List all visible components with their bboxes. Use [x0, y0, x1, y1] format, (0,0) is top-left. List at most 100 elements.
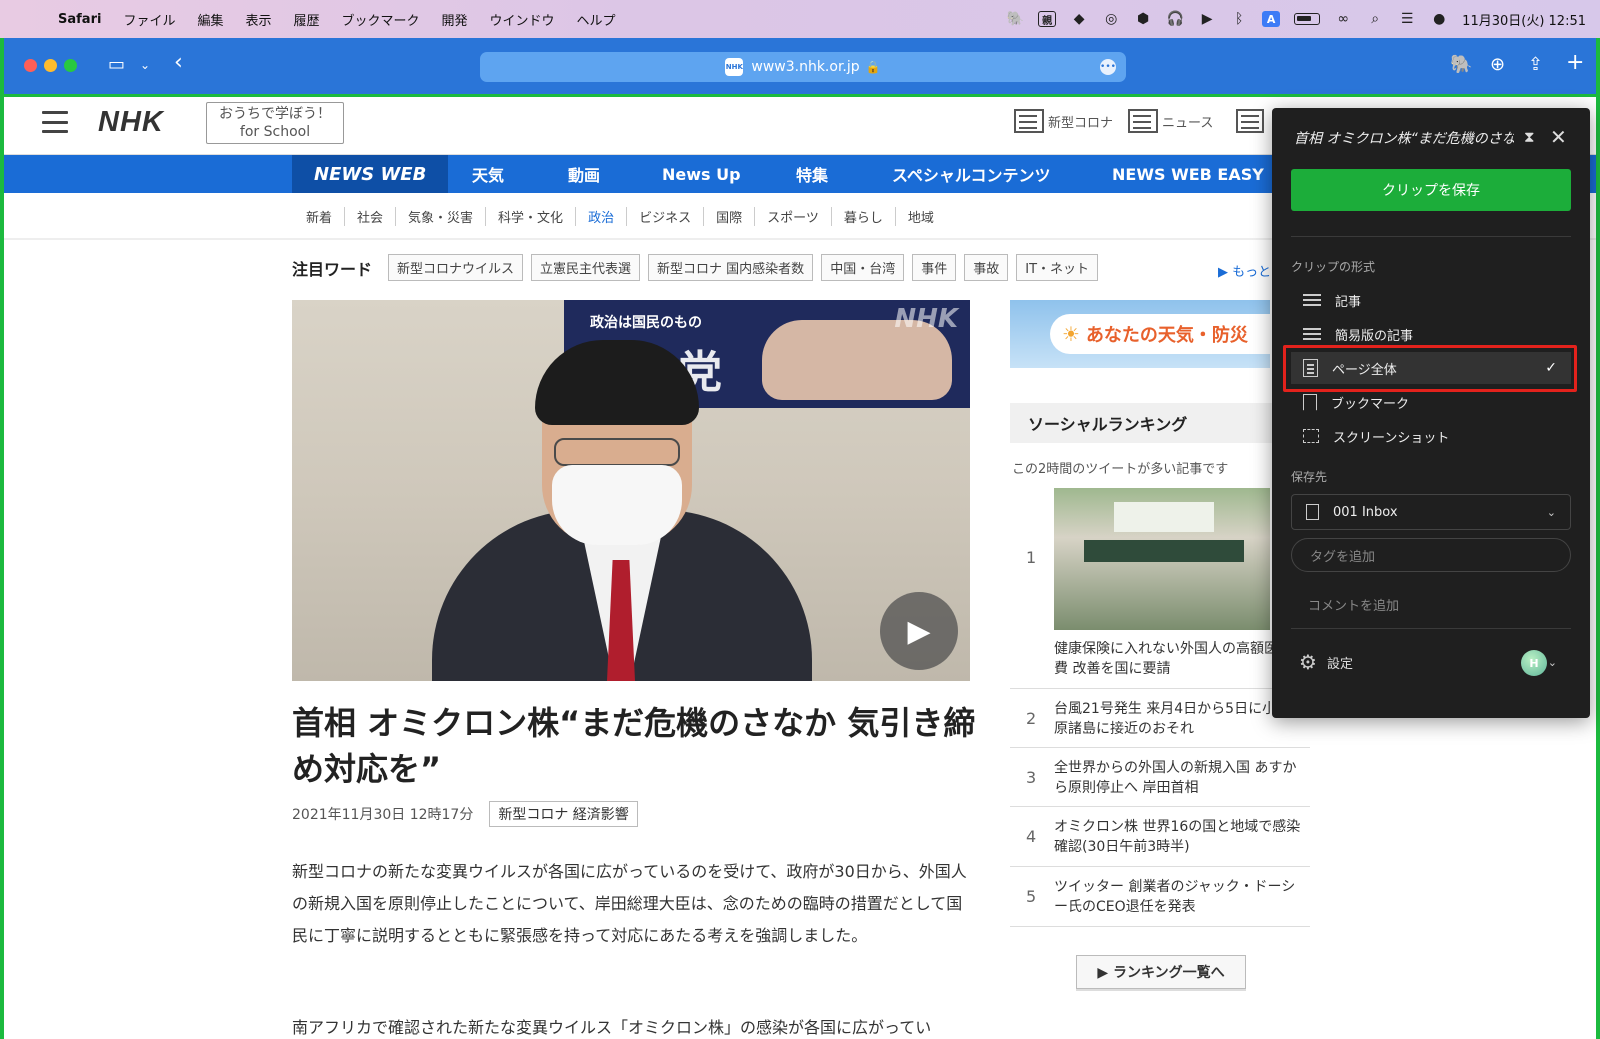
save-clip-button[interactable]: クリップを保存 — [1291, 169, 1571, 211]
avatar[interactable]: H — [1521, 650, 1547, 676]
subnav-politics[interactable]: 政治 — [576, 206, 628, 226]
menu-file[interactable]: ファイル — [123, 10, 175, 29]
menu-app-safari[interactable]: Safari — [58, 12, 101, 27]
battery-icon[interactable] — [1294, 13, 1321, 25]
more-options-icon[interactable]: ••• — [1100, 59, 1116, 75]
evernote-elephant-icon[interactable]: 🐘 — [1006, 11, 1024, 27]
clip-format-screenshot[interactable]: スクリーンショット — [1291, 420, 1571, 452]
nav-news-web-easy[interactable]: NEWS WEB EASY — [1112, 155, 1264, 193]
nav-news-web[interactable]: NEWS WEB — [292, 155, 449, 193]
article-date: 2021年11月30日 12時17分 — [292, 807, 474, 823]
simplified-article-icon — [1303, 326, 1321, 342]
school-line1: おうちで学ぼう！ — [219, 106, 331, 122]
link-icon[interactable]: ∞ — [1334, 11, 1352, 27]
evernote-extension-icon[interactable]: 🐘 — [1450, 54, 1472, 75]
subnav-science-culture[interactable]: 科学・文化 — [486, 206, 577, 226]
zoom-window-button[interactable] — [64, 59, 77, 72]
back-button[interactable]: ‹ — [174, 50, 183, 75]
hourglass-icon[interactable]: ⧗ — [1524, 128, 1535, 146]
trend-tag[interactable]: 立憲民主代表選 — [531, 254, 641, 281]
apple-icon[interactable] — [20, 10, 38, 28]
trend-tag[interactable]: 新型コロナ 国内感染者数 — [648, 254, 814, 281]
menu-bookmarks[interactable]: ブックマーク — [342, 10, 420, 29]
clip-format-label-text: スクリーンショット — [1333, 430, 1450, 446]
weather-banner[interactable]: ☀ あなたの天気・防災 — [1010, 300, 1270, 368]
trend-tag[interactable]: 事件 — [912, 254, 957, 281]
subnav-sports[interactable]: スポーツ — [755, 206, 832, 226]
trend-tag[interactable]: IT・ネット — [1016, 254, 1099, 281]
play-button-icon[interactable]: ▶ — [880, 592, 958, 670]
menu-help[interactable]: ヘルプ — [577, 10, 616, 29]
nhk-logo[interactable]: NHK — [98, 106, 164, 139]
share-icon[interactable]: ⇪ — [1528, 54, 1543, 75]
close-window-button[interactable] — [24, 59, 37, 72]
menu-edit[interactable]: 編集 — [197, 10, 223, 29]
trend-more-link[interactable]: ▶ もっと — [1218, 261, 1271, 280]
menu-history[interactable]: 履歴 — [293, 10, 319, 29]
headphones-icon[interactable]: 🎧 — [1166, 11, 1184, 27]
header-link-grid[interactable] — [1236, 109, 1268, 133]
trend-tag[interactable]: 新型コロナウイルス — [388, 254, 524, 281]
dropbox-icon[interactable]: ◆ — [1070, 11, 1088, 27]
menu-window[interactable]: ウインドウ — [490, 10, 555, 29]
input-source-icon[interactable]: A — [1262, 11, 1281, 27]
subnav-society[interactable]: 社会 — [345, 206, 397, 226]
clip-divider — [1291, 628, 1571, 629]
clip-format-article[interactable]: 記事 — [1291, 284, 1571, 316]
nav-weather[interactable]: 天気 — [472, 155, 504, 193]
download-icon[interactable]: ⊕ — [1490, 54, 1505, 75]
for-school-banner[interactable]: おうちで学ぼう！ for School — [206, 102, 344, 144]
notebook-select[interactable]: 001 Inbox ⌄ — [1291, 494, 1571, 530]
ranking-thumbnail[interactable] — [1054, 488, 1270, 630]
article-tag[interactable]: 新型コロナ 経済影響 — [489, 801, 638, 827]
header-link-news[interactable]: ニュース — [1128, 109, 1213, 133]
search-icon[interactable]: ⌕ — [1366, 11, 1384, 27]
subnav-international[interactable]: 国際 — [704, 206, 756, 226]
clip-format-label-text: ブックマーク — [1331, 396, 1410, 412]
chevron-down-icon[interactable]: ⌄ — [1548, 656, 1557, 669]
comment-input[interactable]: コメントを追加 — [1308, 595, 1399, 614]
chevron-down-icon[interactable]: ⌄ — [140, 58, 150, 72]
clip-title[interactable]: 首相 オミクロン株“まだ危機のさなか — [1294, 128, 1514, 148]
ranking-all-button[interactable]: ▶ ランキング一覧へ — [1076, 955, 1246, 989]
subnav-region[interactable]: 地域 — [896, 207, 946, 226]
sun-cloud-icon: ☀ — [1062, 322, 1080, 346]
ranking-item-3[interactable]: 3 全世界からの外国人の新規入国 あすから原則停止へ 岸田首相 — [1010, 748, 1310, 807]
tag-input[interactable]: タグを追加 — [1291, 538, 1571, 572]
nav-video[interactable]: 動画 — [568, 155, 600, 193]
subnav-business[interactable]: ビジネス — [627, 206, 705, 226]
minimize-window-button[interactable] — [44, 59, 57, 72]
subnav-weather-disaster[interactable]: 気象・災害 — [396, 206, 487, 226]
menu-view[interactable]: 表示 — [245, 10, 271, 29]
bluetooth-icon[interactable]: ᛒ — [1230, 11, 1248, 27]
menubar-clock[interactable]: 11月30日(火) 12:51 — [1462, 10, 1586, 29]
school-line2: for School — [239, 124, 311, 140]
clip-settings[interactable]: ⚙ 設定 H ⌄ — [1291, 644, 1571, 680]
selection-highlight-box — [1283, 345, 1577, 392]
gear-icon: ⚙ — [1299, 650, 1317, 674]
sidebar-toggle-icon[interactable]: ▭ — [108, 54, 125, 75]
ranking-item-4[interactable]: 4 オミクロン株 世界16の国と地域で感染確認(30日午前3時半) — [1010, 807, 1310, 867]
nav-special-contents[interactable]: スペシャルコンテンツ — [892, 155, 1051, 193]
control-center-icon[interactable]: ☰ — [1398, 11, 1416, 27]
address-bar[interactable]: NHK www3.nhk.or.jp 🔒 ••• — [480, 52, 1126, 82]
nav-feature[interactable]: 特集 — [796, 155, 828, 193]
nav-news-up[interactable]: News Up — [662, 155, 741, 193]
menu-develop[interactable]: 開発 — [442, 10, 468, 29]
dictionary-icon[interactable]: 親 — [1038, 11, 1057, 27]
trend-tag[interactable]: 事故 — [964, 254, 1009, 281]
shield-app-icon[interactable]: ⬢ — [1134, 11, 1152, 27]
play-circle-icon[interactable]: ▶ — [1198, 11, 1216, 27]
siri-icon[interactable]: ● — [1430, 11, 1448, 27]
close-icon[interactable]: ✕ — [1550, 125, 1567, 149]
subnav-life[interactable]: 暮らし — [832, 206, 896, 226]
hamburger-menu-icon[interactable] — [42, 111, 68, 133]
subnav-new[interactable]: 新着 — [294, 206, 346, 226]
creative-cloud-icon[interactable]: ◎ — [1102, 11, 1120, 27]
new-tab-button[interactable]: + — [1566, 50, 1584, 75]
trend-tag[interactable]: 中国・台湾 — [821, 254, 905, 281]
ranking-item-2[interactable]: 2 台風21号発生 来月4日から5日に小笠原諸島に接近のおそれ — [1010, 689, 1310, 748]
article-video-thumbnail[interactable]: 政治は国民のもの 自民党 NHK ▶ — [292, 300, 970, 681]
header-link-corona[interactable]: 新型コロナ — [1014, 109, 1113, 133]
ranking-item-5[interactable]: 5 ツイッター 創業者のジャック・ドーシー氏のCEO退任を発表 — [1010, 867, 1310, 927]
